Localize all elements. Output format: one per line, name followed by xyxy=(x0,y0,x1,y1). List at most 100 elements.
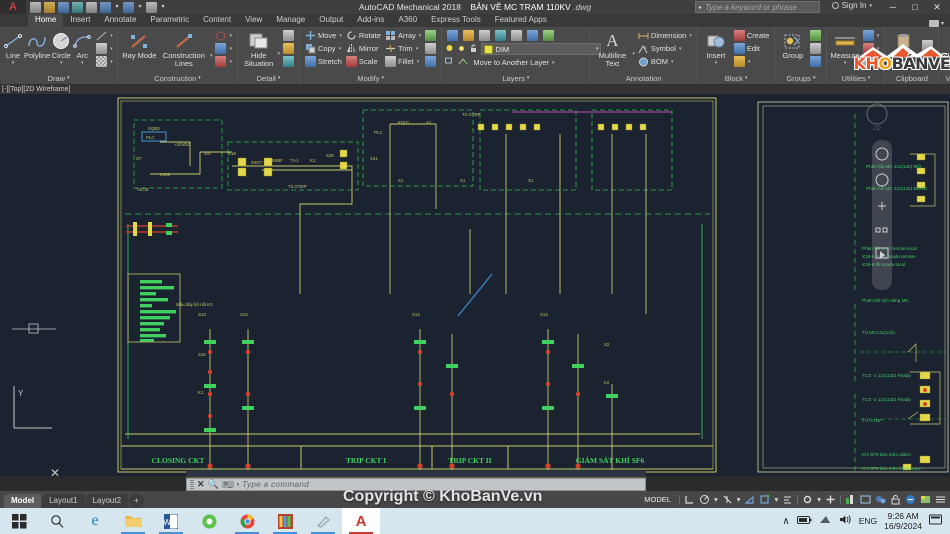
construction-line-button[interactable]: ▾ xyxy=(94,29,115,42)
chevron-down-icon[interactable]: ▾ xyxy=(229,59,232,65)
close-icon[interactable]: ✕ xyxy=(197,479,205,490)
layer-dropdown[interactable]: DIM ▾ xyxy=(481,43,602,55)
multiline-text-button[interactable]: A Multiline Text xyxy=(593,29,631,68)
ray-mode-button[interactable]: Ray Mode xyxy=(121,29,158,60)
detail-view-button[interactable] xyxy=(281,29,296,42)
chevron-down-icon[interactable]: ▾ xyxy=(813,73,816,84)
chevron-down-icon[interactable]: ▾ xyxy=(110,59,113,65)
clean-screen-icon[interactable] xyxy=(905,494,916,505)
command-line-grip[interactable] xyxy=(190,480,194,489)
annotation-scale-icon[interactable] xyxy=(782,494,793,505)
panel-title-block[interactable]: Block ▾ xyxy=(698,73,775,84)
file-explorer-icon[interactable] xyxy=(114,508,152,534)
chevron-down-icon[interactable]: ▾ xyxy=(110,46,113,52)
tab-layout1[interactable]: Layout1 xyxy=(42,494,85,508)
chevron-down-icon[interactable]: ▾ xyxy=(381,73,384,84)
undo-dropdown-icon[interactable]: ▾ xyxy=(114,2,120,13)
chevron-down-icon[interactable]: ▾ xyxy=(527,73,530,84)
tab-view[interactable]: View xyxy=(238,14,269,27)
dimension-button[interactable]: Dimension ▾ xyxy=(636,29,694,42)
command-input[interactable]: Type a command xyxy=(242,480,309,489)
chevron-down-icon[interactable]: ▾ xyxy=(748,59,751,65)
open-icon[interactable] xyxy=(44,1,55,13)
ortho-icon[interactable] xyxy=(684,494,695,505)
ribbon-minimize-icon[interactable] xyxy=(928,20,939,27)
chevron-down-icon[interactable]: ▾ xyxy=(877,33,880,39)
chevron-down-icon[interactable]: ▾ xyxy=(552,60,555,66)
plot-icon[interactable] xyxy=(86,1,97,13)
move-button[interactable]: Move ▾ xyxy=(303,29,344,42)
chrome-icon[interactable] xyxy=(228,508,266,534)
chevron-down-icon[interactable]: ▾ xyxy=(210,53,213,73)
layer-match-button[interactable] xyxy=(525,29,540,42)
autocad-app-menu-button[interactable]: A xyxy=(0,0,26,14)
chevron-down-icon[interactable]: ▾ xyxy=(419,33,422,39)
quick-select-button[interactable]: ▾ xyxy=(861,29,882,42)
tab-annotate[interactable]: Annotate xyxy=(97,14,143,27)
layer-isolate-button[interactable] xyxy=(461,29,476,42)
chevron-down-icon[interactable]: ▾ xyxy=(277,51,280,73)
app-paint-icon[interactable] xyxy=(304,508,342,534)
tab-output[interactable]: Output xyxy=(312,14,350,27)
tab-model[interactable]: Model xyxy=(4,494,42,508)
tab-a360[interactable]: A360 xyxy=(391,14,424,27)
layer-off-button[interactable] xyxy=(509,29,524,42)
annotation-visibility-icon[interactable] xyxy=(759,494,770,505)
chevron-down-icon[interactable]: ▾ xyxy=(745,73,748,84)
construction-lines-button[interactable]: Construction Lines xyxy=(159,29,209,68)
unlock-icon[interactable] xyxy=(469,44,479,55)
bom-button[interactable]: BOM ▾ xyxy=(636,55,694,68)
tab-featured-apps[interactable]: Featured Apps xyxy=(488,14,554,27)
chevron-down-icon[interactable]: ▾ xyxy=(715,61,718,66)
section-view-button[interactable] xyxy=(281,42,296,55)
space-toggle-button[interactable]: MODEL xyxy=(640,494,675,505)
sun-icon[interactable] xyxy=(457,44,467,55)
wifi-icon[interactable] xyxy=(819,515,832,528)
chevron-down-icon[interactable]: ▾ xyxy=(679,46,682,52)
minimize-button[interactable]: ─ xyxy=(882,0,904,14)
create-block-button[interactable]: Create xyxy=(732,29,772,42)
group-button[interactable]: Group xyxy=(778,29,807,60)
fillet-construction-button[interactable]: ▾ xyxy=(213,55,234,68)
chevron-down-icon[interactable]: ▾ xyxy=(67,73,70,84)
volume-icon[interactable] xyxy=(839,514,852,528)
rotate-button[interactable]: Rotate xyxy=(344,29,383,42)
redo-icon[interactable] xyxy=(123,1,134,13)
panel-title-construction[interactable]: Construction ▾ xyxy=(118,73,237,84)
copy-button[interactable]: Copy ▾ xyxy=(303,42,344,55)
save-icon[interactable] xyxy=(58,1,69,13)
workspace-switch-icon[interactable] xyxy=(845,494,856,505)
chevron-down-icon[interactable]: ▾ xyxy=(278,73,281,84)
chevron-down-icon[interactable]: ▾ xyxy=(416,46,419,52)
app-green-icon[interactable] xyxy=(190,508,228,534)
array-button[interactable]: Array ▾ xyxy=(383,29,423,42)
polar-tracking-icon[interactable] xyxy=(699,494,710,505)
stretch-button[interactable]: Stretch xyxy=(303,55,344,68)
panel-title-draw[interactable]: Draw ▾ xyxy=(0,73,117,84)
group-selection-button[interactable] xyxy=(808,55,823,68)
gear-dropdown-icon[interactable]: ▾ xyxy=(817,495,821,504)
tab-addins[interactable]: Add-ins xyxy=(350,14,391,27)
add-scale-icon[interactable] xyxy=(825,494,836,505)
chamfer-button[interactable] xyxy=(423,55,438,68)
restore-button[interactable] xyxy=(281,55,296,68)
chevron-down-icon[interactable]: ▾ xyxy=(941,20,944,27)
gradient-button[interactable]: ▾ xyxy=(94,55,115,68)
close-button[interactable]: ✕ xyxy=(926,0,948,14)
panel-title-groups[interactable]: Groups ▾ xyxy=(775,73,826,84)
edit-block-button[interactable]: Edit xyxy=(732,42,772,55)
drawing-canvas[interactable]: CLOSING CKT TRIP CKT I TRIP CKT II GIÁM … xyxy=(0,94,950,476)
viewport-label[interactable]: [-][Top][2D Wireframe] xyxy=(0,85,950,94)
line-button[interactable]: Line ▾ xyxy=(3,29,23,66)
chevron-down-icon[interactable]: ▾ xyxy=(844,61,847,66)
chevron-down-icon[interactable]: ▾ xyxy=(12,61,15,66)
gear-icon[interactable] xyxy=(802,494,813,505)
start-button[interactable] xyxy=(0,508,38,534)
scale-button[interactable]: Scale xyxy=(344,55,383,68)
layer-properties-button[interactable] xyxy=(445,29,460,42)
symbol-button[interactable]: A Symbol ▾ xyxy=(636,42,694,55)
ungroup-button[interactable] xyxy=(808,29,823,42)
osnap-icon[interactable] xyxy=(722,494,733,505)
chevron-down-icon[interactable]: ▾ xyxy=(198,73,201,84)
search-input[interactable]: ▸ Type a keyword or phrase xyxy=(695,1,820,13)
